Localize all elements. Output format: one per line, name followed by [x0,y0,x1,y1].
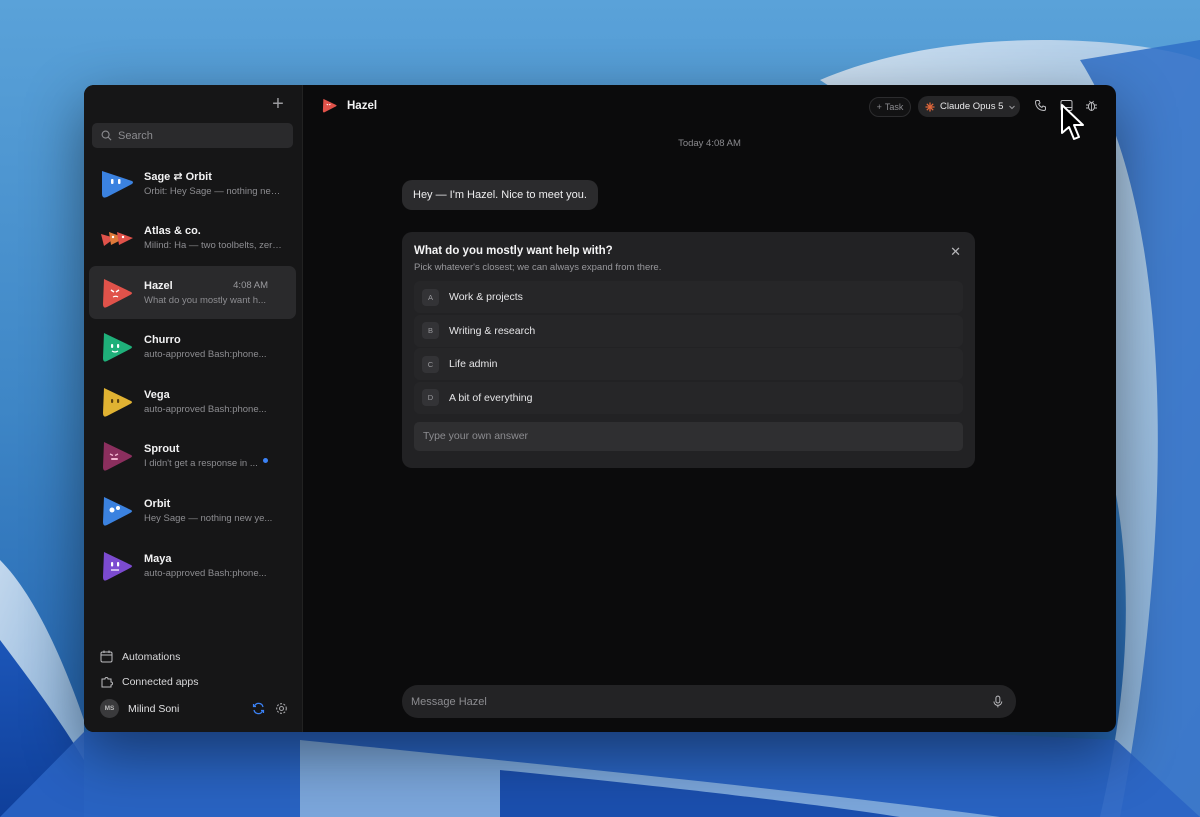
option-d[interactable]: D A bit of everything [414,381,963,414]
chat-preview: Hey Sage — nothing new ye... [144,513,273,525]
task-label: Task [884,102,904,112]
option-list: A Work & projects B Writing & research C Li… [414,281,963,414]
microphone-icon[interactable] [992,695,1004,708]
chat-item-active[interactable]: Hazel What do you mostly want h... 4:08 A… [89,266,296,320]
agent-avatar [103,278,132,308]
puzzle-icon [101,677,113,688]
sidebar: + Sage ⇄ Orbit Orbit: Hey Sage — nothing … [84,85,303,732]
chat-header: Hazel + Task Claude Opus 5 [303,85,1116,127]
chat-preview: auto-approved Bash:phone... [144,567,267,579]
automations-label: Automations [122,650,181,663]
agent-avatar [103,387,132,417]
chat-name: Sage ⇄ Orbit [144,170,212,183]
option-b[interactable]: B Writing & research [414,314,963,347]
user-profile[interactable]: MS Milind Soni [100,699,179,718]
own-answer-input[interactable] [423,430,963,442]
chat-item[interactable]: Atlas & co. Milind: Ha — two toolbelts, z… [89,212,296,265]
option-letter: D [422,389,439,406]
search-icon [101,130,112,141]
chat-name: Churro [144,334,181,347]
gear-icon[interactable] [275,702,288,715]
option-label: Life admin [449,358,498,370]
calendar-icon [100,650,113,663]
group-avatar [101,232,133,247]
agent-message: Hey — I'm Hazel. Nice to meet you. [402,180,598,210]
search-input[interactable] [118,129,278,142]
chat-preview: auto-approved Bash:phone... [144,349,267,361]
chat-name: Orbit [144,498,171,511]
option-label: Work & projects [449,291,523,303]
agent-avatar [103,442,132,472]
chat-item[interactable]: Maya auto-approved Bash:phone... [89,539,296,592]
add-task-button[interactable]: + Task [869,97,911,117]
avatar: MS [100,699,119,718]
plus-icon: + [876,102,882,112]
new-chat-button[interactable]: + [268,94,288,115]
chat-list: Sage ⇄ Orbit Orbit: Hey Sage — nothing ne… [89,157,296,594]
option-letter: A [422,288,439,306]
mouse-cursor-icon [1061,104,1084,140]
chat-name: Vega [144,388,170,401]
close-icon[interactable]: ✕ [950,244,961,260]
chat-name: Atlas & co. [144,225,201,238]
question-title: What do you mostly want help with? [414,245,613,257]
option-c[interactable]: C Life admin [414,348,963,380]
message-input[interactable] [411,695,993,708]
chat-item[interactable]: Churro auto-approved Bash:phone... [89,321,296,374]
agent-name: Hazel [347,99,378,112]
chat-item[interactable]: Sage ⇄ Orbit Orbit: Hey Sage — nothing ne… [89,157,296,210]
chevron-down-icon [1009,105,1016,109]
search-box[interactable] [92,123,293,148]
model-label: Claude Opus 5 [940,101,1004,112]
chat-main: Hazel + Task Claude Opus 5 Today 4:08 AM… [303,85,1116,732]
question-subtitle: Pick whatever's closest; we can always e… [414,262,662,273]
agent-avatar [103,551,132,581]
agent-avatar [103,333,132,362]
option-label: Writing & research [449,324,536,337]
agent-title: Hazel [321,97,377,114]
chat-item[interactable]: Vega auto-approved Bash:phone... [89,375,296,428]
option-letter: B [422,322,439,339]
message-composer[interactable] [402,685,1016,718]
connected-apps-label: Connected apps [122,675,199,688]
option-label: A bit of everything [449,391,533,404]
agent-avatar [322,98,337,113]
question-card: What do you mostly want help with? Pick … [402,232,975,468]
model-selector[interactable]: Claude Opus 5 [918,96,1020,117]
agent-avatar [102,170,133,198]
chat-item[interactable]: Orbit Hey Sage — nothing new ye... [89,485,296,538]
chat-item[interactable]: Sprout I didn't get a response in ... [89,430,296,483]
automations-link[interactable]: Automations [100,650,180,663]
sparkle-icon [925,102,935,111]
chat-name: Maya [144,552,172,565]
connected-apps-link[interactable]: Connected apps [100,675,198,688]
chat-preview: What do you mostly want h... [144,294,266,306]
chat-time: 4:08 AM [233,280,268,292]
app-window: + Sage ⇄ Orbit Orbit: Hey Sage — nothing … [84,85,1116,732]
chat-preview: auto-approved Bash:phone... [144,403,267,415]
sync-icon[interactable] [252,702,265,715]
unread-dot [263,457,268,463]
user-name: Milind Soni [128,702,180,715]
phone-icon[interactable] [1034,99,1047,112]
agent-avatar [103,497,132,526]
own-answer-box[interactable] [414,421,963,451]
option-a[interactable]: A Work & projects [414,281,963,313]
option-letter: C [422,355,439,373]
chat-name: Sprout [144,443,180,456]
bug-icon[interactable] [1085,99,1098,112]
date-separator: Today 4:08 AM [678,138,741,149]
chat-preview: Milind: Ha — two toolbelts, zero t... [144,240,284,252]
chat-preview: Orbit: Hey Sage — nothing new y... [144,185,284,197]
